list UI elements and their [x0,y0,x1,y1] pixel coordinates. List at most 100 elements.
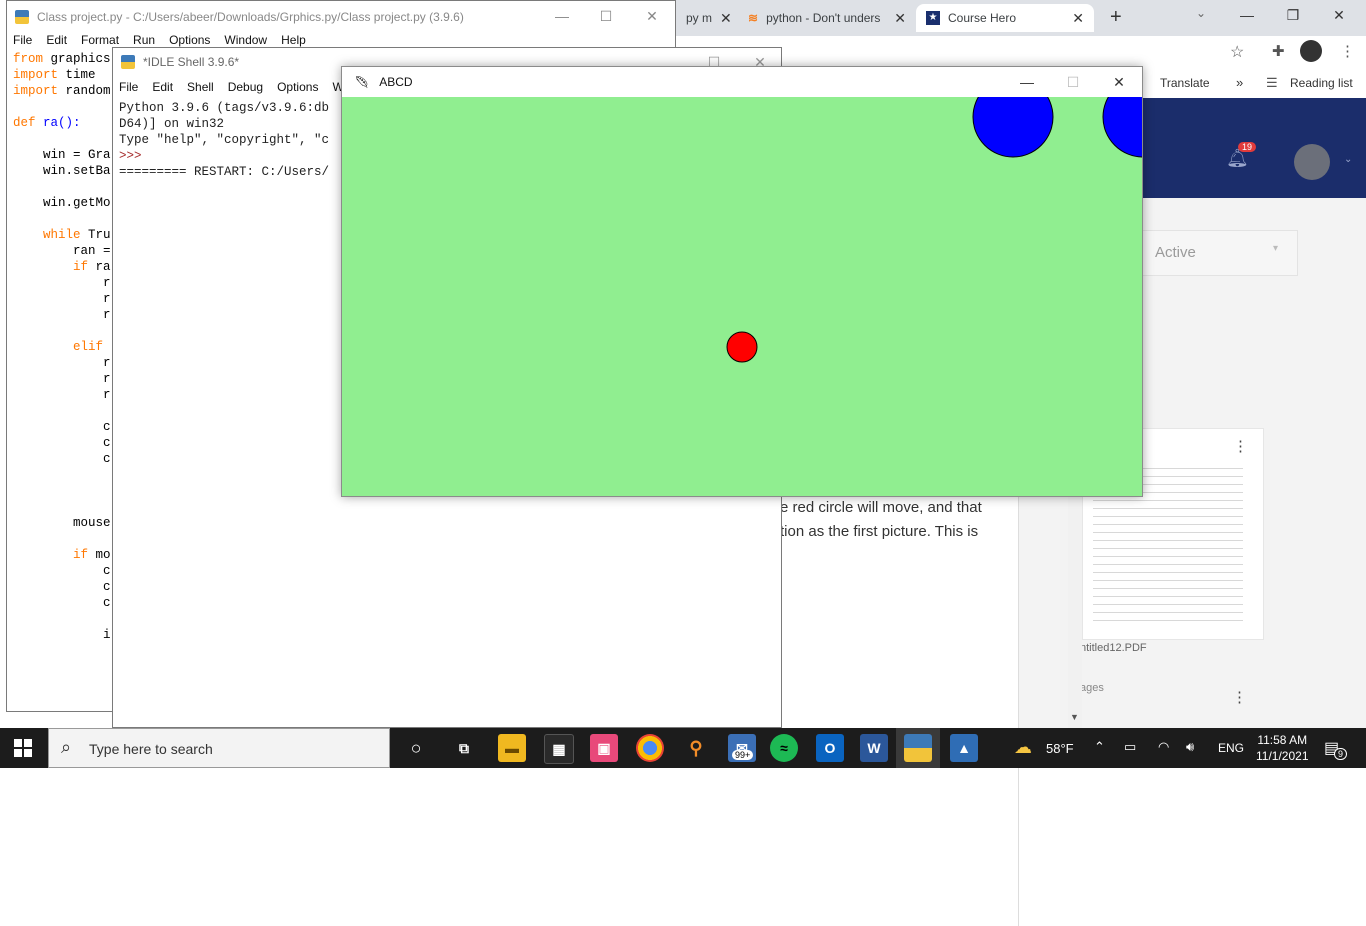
taskbar-search-box[interactable]: ⌕ Type here to search [48,728,390,768]
cortana-icon[interactable]: ○ [402,734,430,762]
word-icon[interactable]: W [860,734,888,762]
menu-shell[interactable]: Shell [187,80,214,94]
chrome-tab-2[interactable]: ≋ python - Don't unders ✕ [738,4,916,32]
minimize-icon[interactable]: — [1004,67,1050,97]
search-icon: ⌕ [61,737,72,757]
search-app-icon[interactable]: ⚲ [682,734,710,762]
menu-options[interactable]: Options [277,80,318,94]
action-center-badge: 9 [1334,748,1348,760]
red-circle [726,331,758,363]
app-icon[interactable]: ▣ [590,734,618,762]
menu-edit[interactable]: Edit [152,80,173,94]
photos-icon[interactable]: ▲ [950,734,978,762]
clock-time: 11:58 AM [1257,733,1308,747]
file-explorer-icon[interactable]: ▬ [498,734,526,762]
close-icon[interactable]: ✕ [1096,67,1142,97]
extensions-icon[interactable]: ✚ [1272,42,1285,60]
minimize-icon[interactable]: — [539,1,585,31]
close-icon[interactable]: ✕ [720,10,732,27]
more-options-icon[interactable]: ⋮ [1233,437,1248,455]
divider [1018,496,1019,926]
menu-file[interactable]: File [119,80,138,94]
tab-search-icon[interactable]: ⌄ [1196,6,1206,20]
close-icon[interactable]: ✕ [1316,0,1362,30]
code-keyword: def [13,116,36,130]
chevron-down-icon[interactable]: ⌄ [1344,154,1352,165]
feather-icon: 🪶︎ [354,75,370,89]
status-label: Active [1155,244,1196,261]
python-icon [904,734,932,762]
bookmark-star-icon[interactable]: ☆ [1230,42,1244,62]
spotify-icon[interactable]: ≈ [770,734,798,762]
graphics-titlebar: 🪶︎ ABCD — ☐ ✕ [342,67,1142,97]
mail-badge: 99+ [732,750,754,760]
scroll-down-icon[interactable]: ▼ [1070,712,1079,722]
translate-bookmark[interactable]: Translate [1160,76,1210,90]
tab-label: Course Hero [948,11,1017,25]
minimize-icon[interactable]: — [1224,0,1270,30]
graphics-canvas[interactable] [342,97,1142,496]
blue-circle-1 [972,97,1054,158]
weather-icon[interactable]: ☁ [1014,737,1032,758]
clock-date: 11/1/2021 [1256,749,1309,763]
new-tab-icon[interactable]: + [1110,6,1122,29]
code-keyword: while [43,228,81,242]
chrome-menu-icon[interactable]: ⋮ [1340,42,1355,60]
reading-list-button[interactable]: Reading list [1290,76,1353,90]
chrome-tab-3[interactable]: ★ Course Hero ✕ [916,4,1094,32]
taskbar: ⌕ Type here to search ○ ⧉ ▬ ▦ ▣ ⚲ ✉ 99+ … [0,728,1366,768]
code-keyword: import [13,84,59,98]
chrome-icon[interactable] [636,734,664,762]
store-icon[interactable]: ▦ [544,734,574,764]
wifi-icon[interactable]: ◠ [1158,739,1169,755]
notification-badge: 19 [1238,142,1257,152]
menu-file[interactable]: File [13,33,32,51]
stackoverflow-icon: ≋ [748,11,759,25]
outlook-icon[interactable]: O [816,734,844,762]
weather-temp[interactable]: 58°F [1046,741,1074,756]
chrome-tab-1[interactable]: py m ✕ [676,4,734,32]
python-shell-icon [121,55,135,69]
status-dropdown[interactable]: Active ▾ [1142,230,1298,276]
code-keyword: from [13,52,44,66]
chevron-down-icon: ▾ [1273,243,1279,254]
profile-avatar[interactable] [1300,40,1322,62]
code-keyword: import [13,68,59,82]
user-avatar[interactable] [1294,144,1330,180]
menu-debug[interactable]: Debug [228,80,263,94]
tab-label: python - Don't unders [766,11,881,25]
editor-titlebar: Class project.py - C:/Users/abeer/Downlo… [7,1,675,33]
close-icon[interactable]: ✕ [894,10,906,27]
maximize-icon[interactable]: ☐ [1050,67,1096,97]
task-view-icon[interactable]: ⧉ [450,734,478,762]
code-keyword: if [73,548,89,562]
close-icon[interactable]: ✕ [629,1,675,31]
volume-icon[interactable]: 🔊︎ [1186,739,1194,755]
restore-icon[interactable]: ❐ [1270,0,1316,30]
post-text: e red circle will move, and that tion as… [780,499,982,540]
python-file-icon [15,10,29,24]
tab-label: py m [686,11,713,25]
battery-icon[interactable]: ▭ [1124,739,1136,755]
chevron-up-icon[interactable]: ⌃ [1094,739,1105,755]
question-panel: e red circle will move, and that tion as… [780,496,1018,926]
language-indicator[interactable]: ENG [1218,741,1244,755]
close-icon[interactable]: ✕ [1072,10,1084,27]
more-options-icon[interactable]: ⋮ [1232,688,1247,706]
code-keyword: elif [73,340,104,354]
clock[interactable]: 11:58 AM 11/1/2021 [1256,732,1309,764]
canvas-svg [726,97,1142,363]
bookmarks-overflow[interactable]: » [1236,75,1243,90]
maximize-icon[interactable]: ☐ [583,1,629,31]
python-taskbar-button[interactable] [896,728,940,768]
graphics-window: 🪶︎ ABCD — ☐ ✕ [341,66,1143,497]
graphics-title: ABCD [379,75,413,89]
windows-start-icon[interactable] [14,739,32,757]
menu-edit[interactable]: Edit [46,33,67,51]
reading-list-icon[interactable]: ☰ [1266,75,1278,91]
pdf-filename[interactable]: ntitled12.PDF [1080,642,1147,654]
shell-title: *IDLE Shell 3.9.6* [143,55,240,69]
search-placeholder: Type here to search [89,741,213,757]
coursehero-icon: ★ [926,11,940,25]
editor-title: Class project.py - C:/Users/abeer/Downlo… [37,10,464,24]
